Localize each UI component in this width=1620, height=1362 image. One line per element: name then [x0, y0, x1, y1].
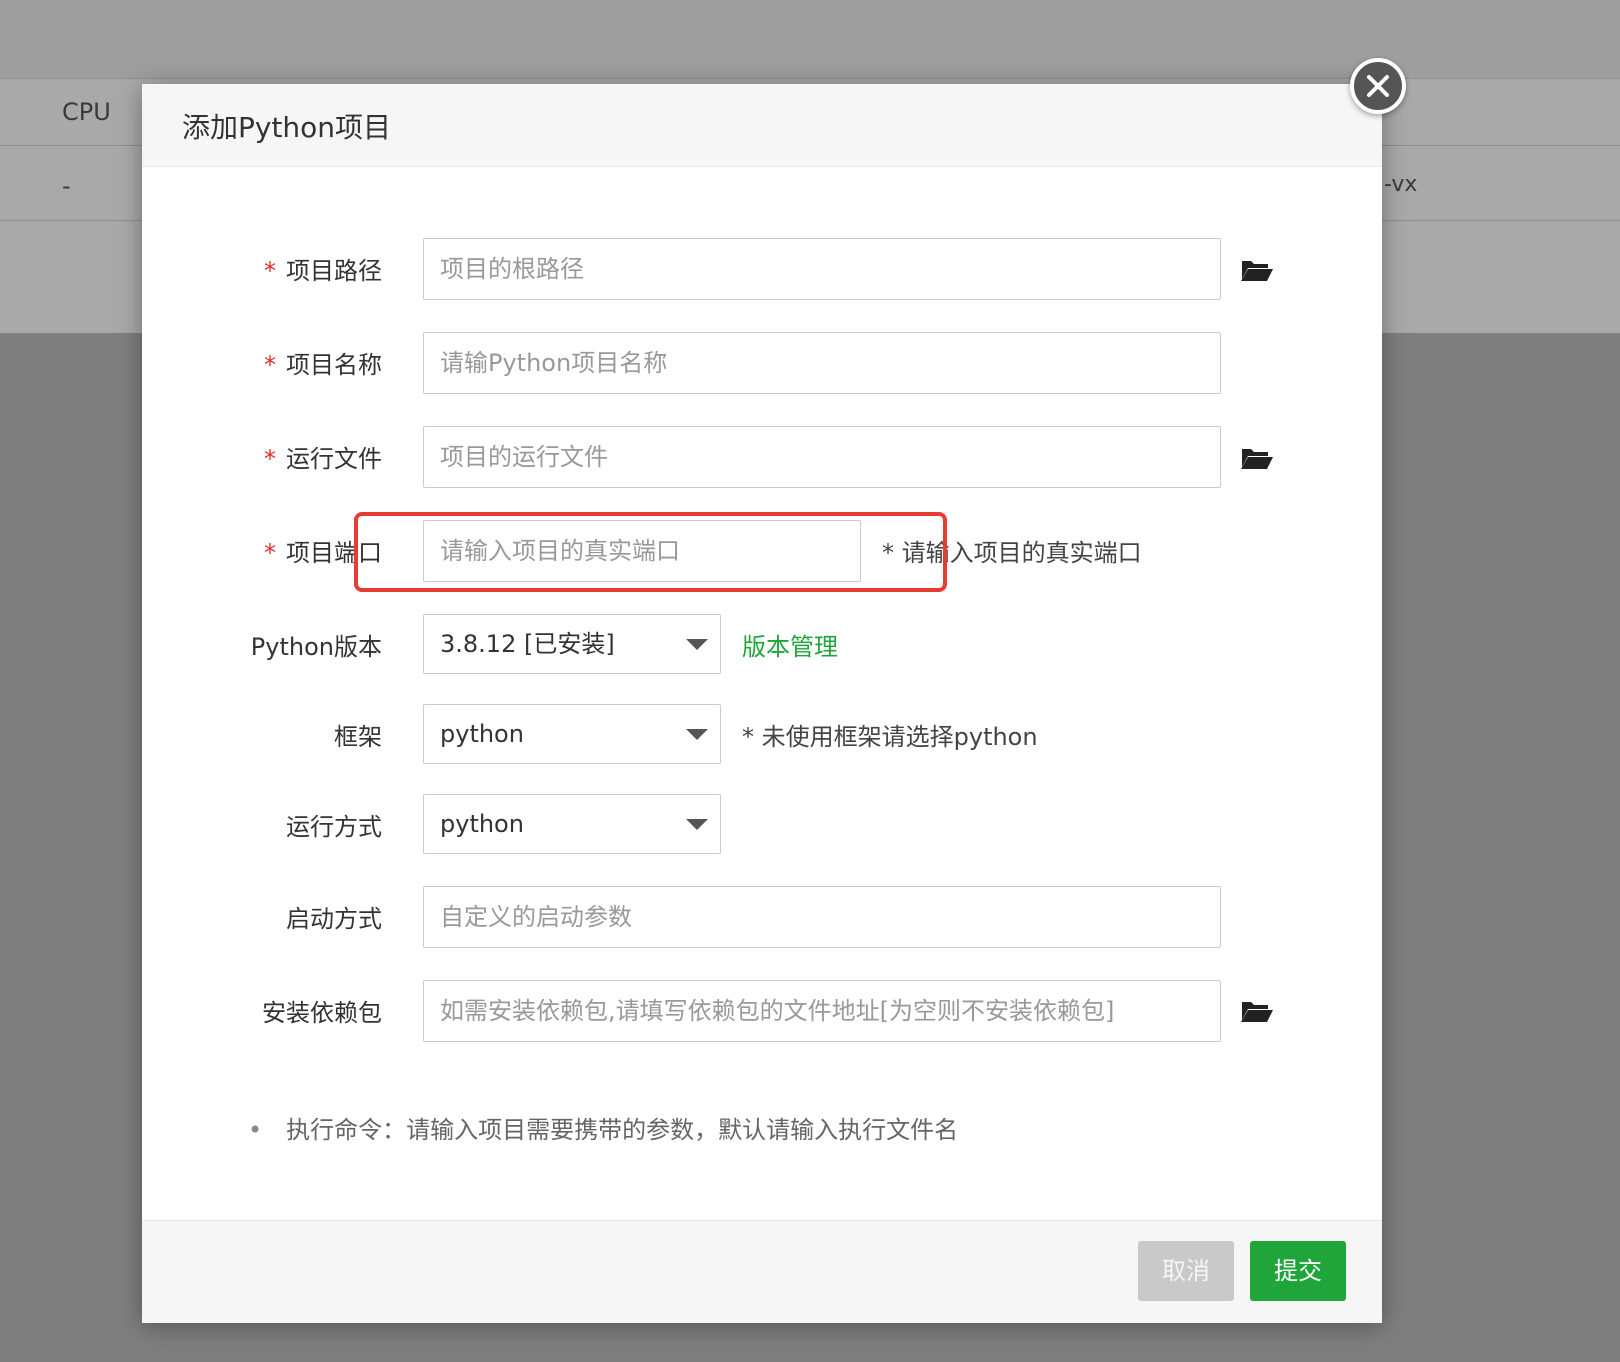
project-name-input[interactable]: 请输Python项目名称: [423, 332, 1221, 394]
chevron-down-icon: [686, 729, 708, 740]
install-deps-input[interactable]: 如需安装依赖包,请填写依赖包的文件地址[为空则不安装依赖包]: [423, 980, 1221, 1042]
framework-label: 框架: [334, 723, 382, 751]
table-cell-cpu: -: [62, 172, 71, 200]
framework-select[interactable]: python: [423, 704, 721, 764]
chevron-down-icon: [686, 639, 708, 650]
python-version-select[interactable]: 3.8.12 [已安装]: [423, 614, 721, 674]
project-path-label-text: 项目路径: [286, 257, 382, 285]
install-deps-label: 安装依赖包: [262, 999, 382, 1027]
version-management-link[interactable]: 版本管理: [742, 627, 838, 662]
project-path-label: * 项目路径: [200, 251, 382, 286]
required-mark: *: [264, 257, 276, 285]
project-name-label: * 项目名称: [200, 345, 382, 380]
project-port-label: * 项目端口: [200, 533, 382, 568]
project-name-label-text: 项目名称: [286, 351, 382, 379]
project-port-input[interactable]: 请输入项目的真实端口: [423, 520, 861, 582]
folder-open-icon[interactable]: [1240, 998, 1274, 1024]
command-note-text: 执行命令：请输入项目需要携带的参数，默认请输入执行文件名: [286, 1116, 959, 1144]
close-icon[interactable]: [1350, 58, 1406, 114]
run-mode-select[interactable]: python: [423, 794, 721, 854]
bullet: •: [248, 1116, 263, 1144]
dialog-title: 添加Python项目: [182, 111, 392, 144]
start-mode-label: 启动方式: [286, 905, 382, 933]
run-file-label: * 运行文件: [200, 439, 382, 474]
run-mode-label: 运行方式: [286, 813, 382, 841]
command-note: • 执行命令：请输入项目需要携带的参数，默认请输入执行文件名: [248, 1110, 958, 1145]
framework-value: python: [440, 720, 524, 748]
chevron-down-icon: [686, 819, 708, 830]
submit-button[interactable]: 提交: [1250, 1241, 1346, 1301]
project-port-label-text: 项目端口: [286, 539, 382, 567]
framework-hint: * 未使用框架请选择python: [742, 723, 1038, 751]
required-mark: *: [264, 351, 276, 379]
required-mark: *: [264, 539, 276, 567]
table-cell-partial: -vx: [1384, 172, 1418, 197]
folder-open-icon[interactable]: [1240, 257, 1274, 283]
table-header-cpu: CPU: [62, 98, 111, 126]
project-path-input[interactable]: 项目的根路径: [423, 238, 1221, 300]
python-version-label: Python版本: [250, 633, 382, 661]
required-mark: *: [264, 445, 276, 473]
folder-open-icon[interactable]: [1240, 445, 1274, 471]
python-version-value: 3.8.12 [已安装]: [440, 630, 615, 658]
close-x-icon: [1367, 75, 1389, 97]
dialog-header: 添加Python项目: [142, 84, 1382, 167]
cancel-button[interactable]: 取消: [1138, 1241, 1234, 1301]
start-mode-input[interactable]: 自定义的启动参数: [423, 886, 1221, 948]
run-file-label-text: 运行文件: [286, 445, 382, 473]
project-port-hint: * 请输入项目的真实端口: [882, 539, 1142, 567]
run-file-input[interactable]: 项目的运行文件: [423, 426, 1221, 488]
run-mode-value: python: [440, 810, 524, 838]
